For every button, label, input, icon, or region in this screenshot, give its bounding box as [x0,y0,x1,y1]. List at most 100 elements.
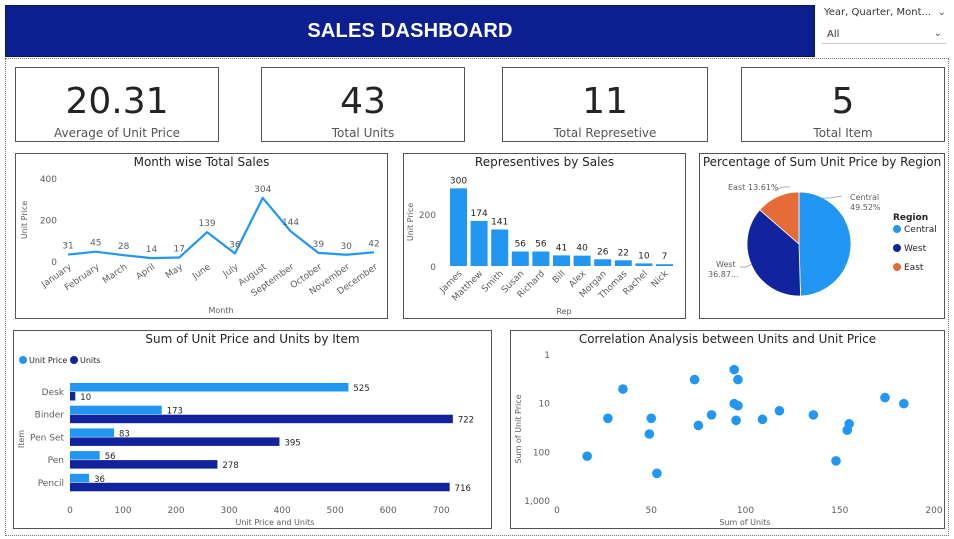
chevron-down-icon[interactable]: ⌄ [938,7,946,18]
y-tick-label: 0 [430,263,436,273]
bar [70,414,453,424]
bar [70,482,450,492]
data-label: 31 [62,242,73,252]
bar [70,383,349,392]
date-slicer-value: All [827,29,840,40]
scatter-point [729,364,739,375]
x-tick-label: Bill [551,269,568,286]
data-label: 40 [576,244,588,254]
bar [470,220,488,266]
kpi-card-total-item[interactable]: 5 Total Item [741,67,945,142]
y-axis-label: Sum of Unit Price [514,394,523,463]
y-tick-label: Desk [42,388,65,398]
scatter-point [603,413,613,424]
data-label: 716 [455,484,471,494]
legend-marker [19,356,27,364]
scatter-point [899,398,909,409]
scatter-point [774,405,785,416]
legend-marker [70,356,78,364]
data-label: 56 [515,240,527,250]
scatter-point [731,415,741,426]
data-label: 36 [229,241,241,251]
item-bar-chart-svg: Unit Price Units Item Unit Price and Units 0… [17,356,474,527]
scatter-point [646,413,657,424]
x-tick-label: March [101,262,129,286]
data-label: 139 [198,219,215,229]
date-slicer-label: Year, Quarter, Mont... [824,7,932,18]
x-axis-label: Month [208,306,233,315]
x-tick-label: 100 [114,506,131,516]
rep-bar-chart-svg: 0200Unit PriceRep300James174Matthew141Sm… [406,176,673,316]
rep-sales-bar-chart[interactable]: Representives by Sales 0 200 Unit Price Rep… [403,153,686,319]
scatter-point [618,384,628,394]
data-label: 22 [618,248,629,258]
slice-label-pct: 49.52% [850,203,881,212]
bar [70,392,76,401]
data-label: 144 [282,218,299,228]
bar [573,255,591,266]
dashboard-title: SALES DASHBOARD [5,5,815,57]
pie-chart-svg: Central49.52%East 13.61%West36.87...Regio… [708,183,937,297]
bar [70,437,280,446]
data-label: 26 [597,247,609,257]
scatter-point [693,420,704,431]
y-tick-label: 200 [419,211,436,221]
data-label: 7 [662,252,668,262]
month-sales-line-chart[interactable]: Month wise Total Sales 0 200 400 Unit Price… [15,153,388,319]
line-chart-svg: 0200400Unit PriceMonth31January45Februar… [20,175,380,315]
scatter-point [706,410,717,420]
bar [70,428,115,437]
bar [70,451,100,460]
slice-label-name: West [716,260,736,269]
y-axis-label: Unit Price [20,201,29,239]
x-tick-label: 150 [831,506,848,516]
y-tick-label: Pen Set [30,433,64,443]
kpi-card-avg-unit-price[interactable]: 20.31 Average of Unit Price [15,67,219,142]
x-tick-label: 500 [327,506,344,516]
scatter-point [831,456,841,466]
data-label: 41 [556,243,567,253]
slice-label-name: East [728,183,745,192]
data-label: 30 [340,242,352,252]
leader-line [822,195,843,199]
data-label: 304 [254,185,271,195]
legend-title: Region [893,213,928,223]
kpi-label: Total Units [331,126,395,140]
x-tick-label: April [135,262,158,282]
x-axis-label: Sum of Units [719,518,770,527]
bar [70,405,162,415]
x-tick-label: 300 [220,506,237,516]
date-slicer-dropdown[interactable]: All ⌄ [822,26,946,44]
kpi-value: 5 [831,81,855,122]
x-tick-label: 0 [67,506,73,516]
units-price-scatter-chart[interactable]: Correlation Analysis between Units and U… [510,330,945,529]
x-axis-label: Rep [556,307,571,316]
x-tick-label: May [164,262,186,281]
item-price-units-bar-chart[interactable]: Sum of Unit Price and Units by Item Unit… [13,330,492,529]
legend-marker [893,225,901,233]
data-label: 17 [174,244,185,254]
y-tick-label: 200 [40,217,57,227]
kpi-value: 43 [340,81,386,122]
kpi-value: 20.31 [65,81,169,122]
data-label: 42 [368,239,379,249]
scatter-point [733,374,743,385]
data-label: 395 [284,438,300,448]
chevron-down-icon[interactable]: ⌄ [934,28,942,39]
region-pie-chart[interactable]: Percentage of Sum Unit Price by Region C… [699,153,945,319]
kpi-card-total-representative[interactable]: 11 Total Represetive [502,67,708,142]
bar [491,229,509,266]
y-tick-label: 1,000 [524,497,550,507]
kpi-card-total-units[interactable]: 43 Total Units [261,67,465,142]
date-slicer-title[interactable]: Year, Quarter, Mont... ⌄ [824,7,946,18]
scatter-point [652,468,662,479]
kpi-label: Average of Unit Price [54,126,180,140]
y-axis-label: Item [17,430,26,448]
data-label: 28 [118,242,130,252]
legend-marker [893,263,901,271]
slice-label-pct: 36.87... [708,270,739,279]
x-tick-label: July [221,262,241,280]
data-label: 300 [450,176,467,186]
x-tick-label: 100 [737,506,754,516]
y-tick-label: 0 [51,258,57,268]
